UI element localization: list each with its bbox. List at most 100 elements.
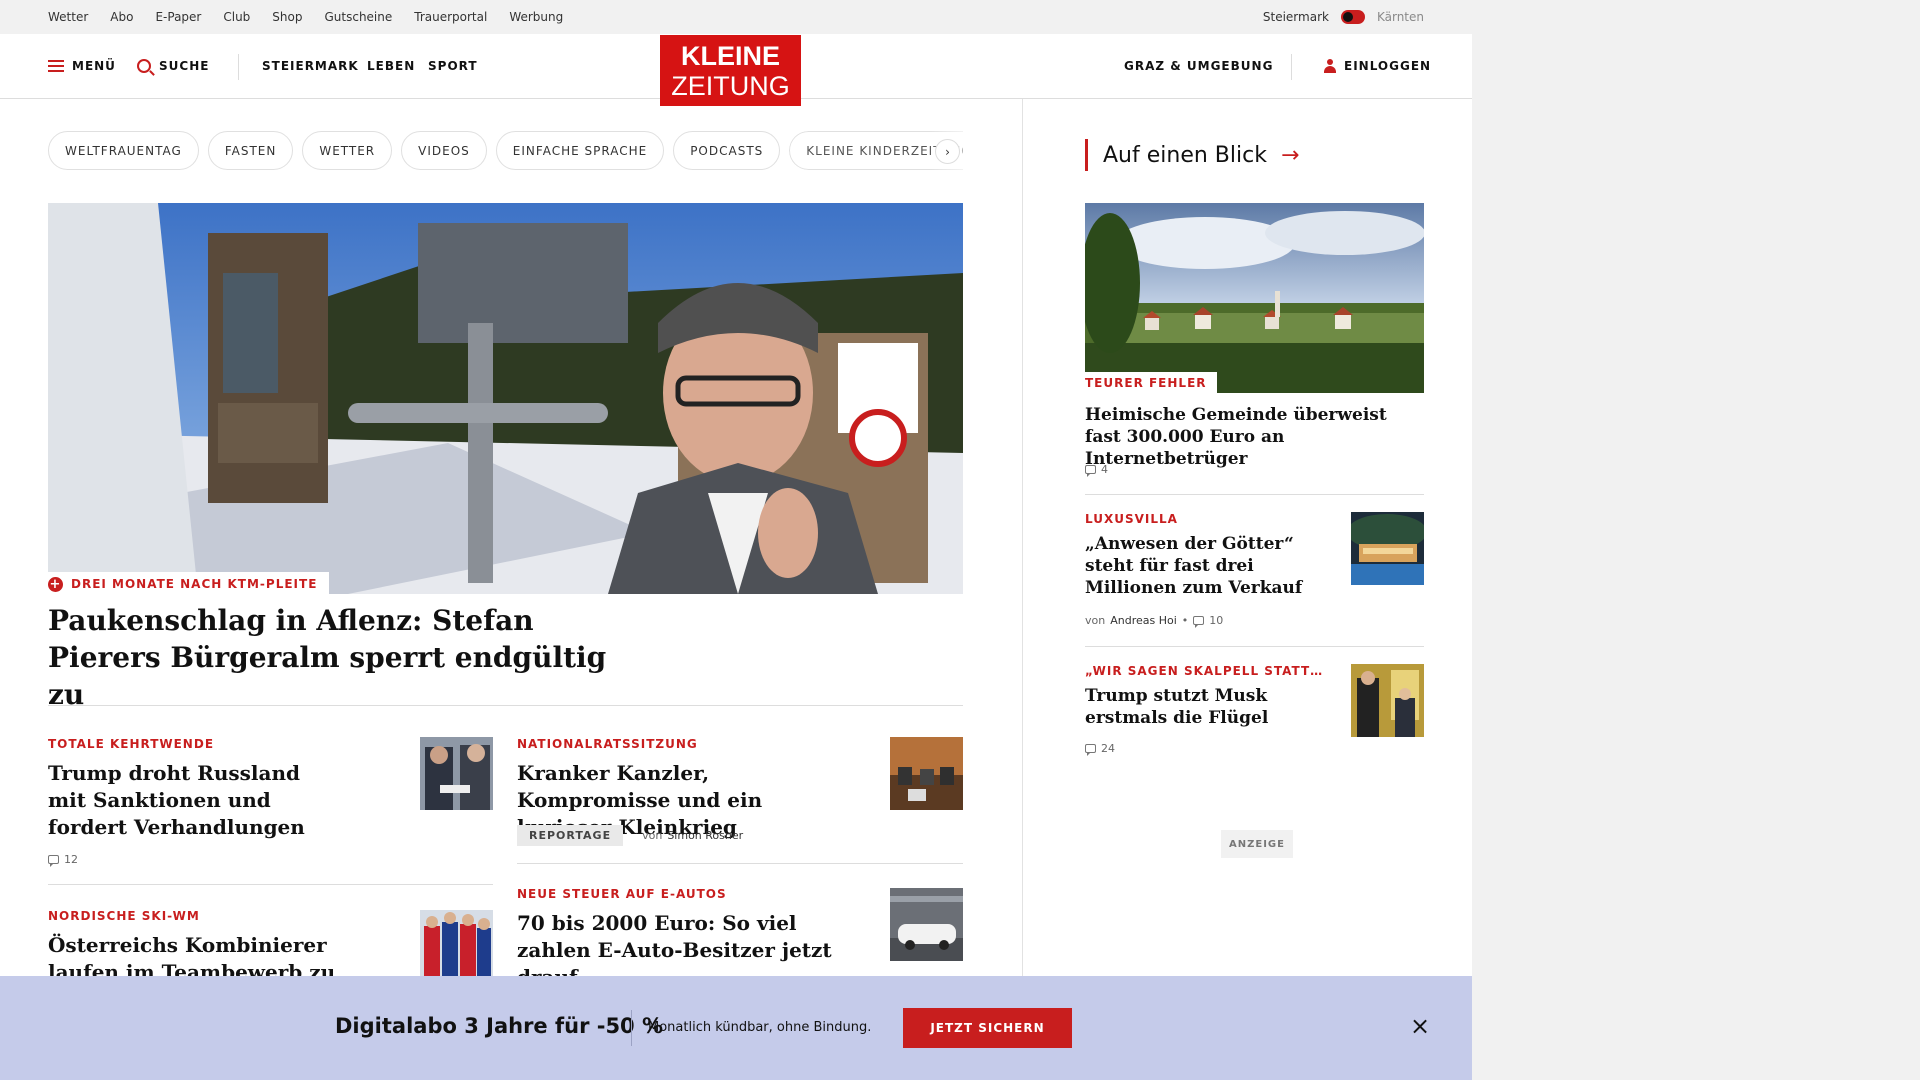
article-thumbnail-image [420, 910, 493, 983]
comment-count[interactable]: 4 [1101, 463, 1108, 476]
ad-label: ANZEIGE [1221, 830, 1293, 858]
article-kicker: NORDISCHE SKI-WM [48, 909, 200, 923]
article-meta: REPORTAGE von Simon Rosner [517, 825, 743, 846]
article-thumbnail[interactable] [890, 737, 963, 810]
sidebar-thumbnail-image [1351, 512, 1424, 585]
sidebar-thumbnail[interactable] [1351, 512, 1424, 585]
sidebar-headline[interactable]: Trump stutzt Musk erstmals die Flügel [1085, 685, 1310, 729]
divider [517, 863, 963, 864]
sidebar-headline[interactable]: „Anwesen der Götter“ steht für fast drei… [1085, 533, 1310, 599]
chip-fasten[interactable]: FASTEN [207, 131, 294, 170]
sidebar-meta: 24 [1085, 742, 1115, 756]
sidebar-heading-text: Auf einen Blick [1103, 142, 1267, 168]
sidebar-heading[interactable]: Auf einen Blick → [1085, 139, 1299, 171]
utility-link-abo[interactable]: Abo [110, 10, 133, 24]
utility-link-club[interactable]: Club [223, 10, 250, 24]
hamburger-icon [48, 60, 64, 72]
region-active-label: Steiermark [1262, 10, 1329, 24]
page-outer-background [1472, 0, 1920, 1080]
user-icon [1324, 59, 1336, 73]
utility-links: Wetter Abo E-Paper Club Shop Gutscheine … [48, 0, 563, 34]
login-label: EINLOGGEN [1344, 59, 1432, 73]
logo-line-1: KLEINE [680, 41, 780, 71]
hero-image-graphic [48, 203, 963, 594]
article-meta: 12 [48, 853, 78, 867]
hero-image[interactable] [48, 203, 963, 594]
site-logo[interactable]: KLEINE ZEITUNG [660, 35, 801, 106]
menu-button[interactable]: MENÜ [48, 34, 116, 98]
promo-subtitle: Monatlich kündbar, ohne Bindung. [648, 1020, 872, 1035]
utility-link-wetter[interactable]: Wetter [48, 10, 88, 24]
header-divider [238, 54, 239, 80]
promo-title: Digitalabo 3 Jahre für -50 % [335, 1014, 664, 1038]
article-thumbnail-image [890, 888, 963, 961]
page: Wetter Abo E-Paper Club Shop Gutscheine … [0, 0, 1472, 1080]
comment-icon [1193, 616, 1205, 628]
sidebar-kicker: LUXUSVILLA [1085, 512, 1178, 526]
article-thumbnail-image [420, 737, 493, 810]
region-toggle[interactable] [1340, 10, 1365, 24]
logo-line-2: ZEITUNG [671, 71, 790, 101]
sidebar-thumbnail[interactable] [1351, 664, 1424, 737]
article-kicker: NATIONALRATSSITZUNG [517, 737, 698, 751]
comment-icon [1085, 744, 1096, 756]
header-divider-right [1291, 54, 1292, 80]
region-other-label[interactable]: Kärnten [1377, 10, 1424, 24]
sidebar-kicker: TEURER FEHLER [1085, 372, 1217, 394]
utility-link-shop[interactable]: Shop [272, 10, 302, 24]
reportage-badge: REPORTAGE [517, 825, 624, 846]
author-name[interactable]: Simon Rosner [667, 829, 743, 842]
comment-icon [1085, 465, 1096, 477]
sidebar-kicker: „WIR SAGEN SKALPELL STATT… [1085, 664, 1324, 678]
comment-count[interactable]: 24 [1101, 742, 1115, 755]
divider [1085, 646, 1424, 647]
chip-wetter[interactable]: WETTER [302, 131, 393, 170]
nav-steiermark[interactable]: STEIERMARK [262, 34, 359, 98]
utility-link-werbung[interactable]: Werbung [509, 10, 563, 24]
search-button[interactable]: SUCHE [137, 34, 209, 98]
utility-link-epaper[interactable]: E-Paper [155, 10, 201, 24]
sidebar-lead-image[interactable] [1085, 203, 1424, 393]
nav-leben[interactable]: LEBEN [367, 34, 415, 98]
region-switch: Steiermark Kärnten [1263, 0, 1424, 34]
search-label: SUCHE [159, 59, 210, 73]
author-name[interactable]: Andreas Hoi [1110, 614, 1177, 627]
author-prefix: von [642, 829, 663, 842]
divider [48, 884, 493, 885]
article-thumbnail[interactable] [420, 910, 493, 983]
topic-chips: WELTFRAUENTAG FASTEN WETTER VIDEOS EINFA… [48, 131, 963, 171]
nav-sport[interactable]: SPORT [428, 34, 478, 98]
comment-icon [48, 855, 59, 867]
hero-headline[interactable]: Paukenschlag in Aflenz: Stefan Pierers B… [48, 602, 608, 713]
chip-einfache-sprache[interactable]: EINFACHE SPRACHE [495, 131, 665, 170]
promo-divider [631, 1010, 632, 1046]
utility-bar: Wetter Abo E-Paper Club Shop Gutscheine … [0, 0, 1472, 34]
chip-weltfrauentag[interactable]: WELTFRAUENTAG [48, 131, 199, 170]
plus-icon: + [48, 576, 63, 592]
author-prefix: von [1085, 614, 1106, 627]
meta-separator: • [1181, 614, 1189, 627]
comment-count[interactable]: 10 [1209, 614, 1223, 627]
chip-videos[interactable]: VIDEOS [401, 131, 487, 170]
utility-link-gutscheine[interactable]: Gutscheine [324, 10, 392, 24]
sidebar-lead-image-graphic [1085, 203, 1424, 393]
article-thumbnail[interactable] [420, 737, 493, 810]
location-link[interactable]: GRAZ & UMGEBUNG [1124, 34, 1273, 98]
article-thumbnail[interactable] [890, 888, 963, 961]
hero-kicker: + DREI MONATE NACH KTM-PLEITE [48, 572, 330, 596]
sidebar-headline[interactable]: Heimische Gemeinde überweist fast 300.00… [1085, 404, 1405, 470]
hero-kicker-text: DREI MONATE NACH KTM-PLEITE [71, 577, 318, 591]
article-headline[interactable]: Trump droht Russland mit Sanktionen und … [48, 760, 338, 841]
sidebar-thumbnail-image [1351, 664, 1424, 737]
article-thumbnail-image [890, 737, 963, 810]
chips-next-button[interactable]: › [935, 139, 960, 164]
arrow-right-icon: → [1280, 142, 1300, 168]
chip-podcasts[interactable]: PODCASTS [673, 131, 781, 170]
promo-cta-button[interactable]: JETZT SICHERN [903, 1008, 1072, 1048]
close-icon[interactable]: × [1408, 1014, 1432, 1038]
sidebar-meta: 4 [1085, 463, 1108, 477]
utility-link-trauerportal[interactable]: Trauerportal [414, 10, 487, 24]
search-icon [137, 59, 151, 73]
login-button[interactable]: EINLOGGEN [1324, 34, 1431, 98]
comment-count[interactable]: 12 [64, 853, 78, 866]
